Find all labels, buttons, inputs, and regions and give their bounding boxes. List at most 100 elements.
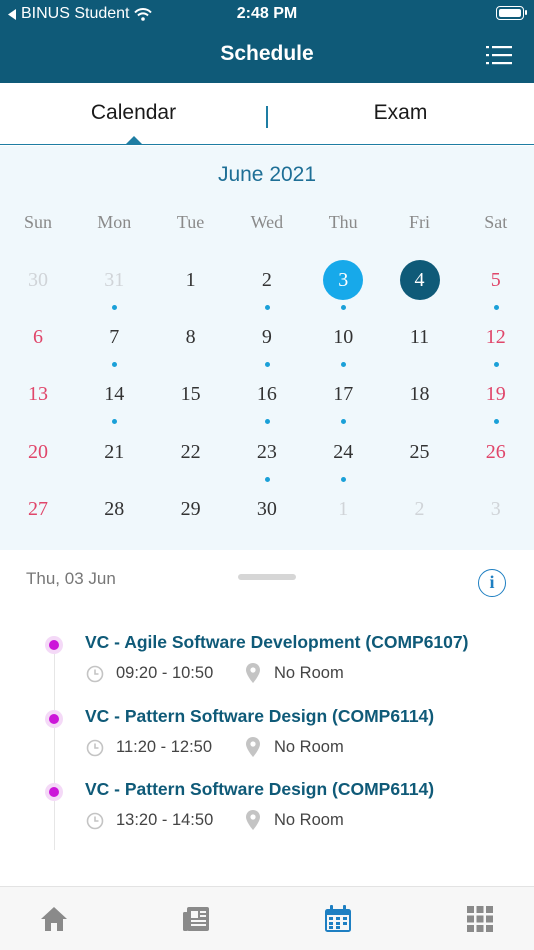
weekday-label: Thu bbox=[328, 212, 358, 232]
event-dot bbox=[112, 362, 118, 368]
weekday-label: Fri bbox=[408, 212, 430, 232]
calendar-day[interactable]: 29 bbox=[153, 489, 229, 546]
calendar-day-number: 5 bbox=[490, 269, 501, 291]
schedule-panel: Thu, 03 Jun i VC - Agile Software Develo… bbox=[0, 550, 534, 886]
selected-date-label: Thu, 03 Jun bbox=[26, 569, 116, 588]
event-dot bbox=[493, 305, 499, 310]
calendar-day-number: 7 bbox=[109, 326, 120, 349]
calendar-day[interactable]: 20 bbox=[0, 432, 76, 489]
info-button[interactable]: i bbox=[478, 569, 506, 597]
calendar-day-number: 28 bbox=[104, 497, 125, 520]
event-time: 11:20 - 12:50 bbox=[116, 737, 213, 756]
location-pin-icon bbox=[246, 663, 260, 683]
calendar-day-number: 15 bbox=[180, 383, 201, 406]
calendar-day[interactable]: 2 bbox=[229, 260, 305, 317]
calendar-day[interactable]: 27 bbox=[0, 489, 76, 546]
calendar-day-number: 1 bbox=[338, 497, 349, 520]
event-dot bbox=[264, 305, 270, 310]
calendar-day-number: 25 bbox=[409, 440, 430, 463]
calendar-day-number: 17 bbox=[333, 383, 354, 406]
event-room: No Room bbox=[274, 664, 344, 682]
calendar-day[interactable]: 5 bbox=[458, 260, 534, 317]
calendar-day-number: 24 bbox=[333, 440, 354, 463]
calendar-day-number: 21 bbox=[104, 440, 125, 463]
calendar-day-number: 13 bbox=[28, 383, 48, 406]
calendar-day[interactable]: 30 bbox=[0, 260, 76, 317]
event-dot bbox=[341, 362, 347, 368]
calendar-day[interactable]: 16 bbox=[229, 374, 305, 431]
tab-calendar[interactable]: Calendar bbox=[0, 83, 267, 143]
drag-handle[interactable] bbox=[238, 574, 296, 580]
nav-news[interactable] bbox=[178, 901, 214, 937]
event-dot bbox=[341, 476, 347, 482]
calendar-day-number: 20 bbox=[28, 440, 48, 463]
calendar-day[interactable]: 15 bbox=[153, 374, 229, 431]
status-time: 2:48 PM bbox=[236, 5, 298, 22]
weekday-label: Sat bbox=[484, 212, 508, 232]
event-title: VC - Pattern Software Design (COMP6114) bbox=[85, 779, 435, 800]
event-time: 13:20 - 14:50 bbox=[116, 811, 214, 830]
calendar-day-number: 16 bbox=[256, 383, 277, 406]
calendar-day[interactable]: 7 bbox=[76, 317, 152, 374]
calendar-day[interactable]: 18 bbox=[382, 374, 458, 431]
apps-grid-icon bbox=[467, 906, 493, 932]
event-marker bbox=[45, 783, 63, 802]
calendar-day-number: 2 bbox=[261, 269, 272, 291]
calendar-day[interactable]: 25 bbox=[382, 432, 458, 489]
calendar-day[interactable]: 9 bbox=[229, 317, 305, 374]
calendar-day[interactable]: 3 bbox=[458, 489, 534, 546]
calendar-day[interactable]: 6 bbox=[0, 317, 76, 374]
calendar-day[interactable]: 3 bbox=[305, 260, 381, 317]
calendar-day[interactable]: 13 bbox=[0, 374, 76, 431]
calendar-day[interactable]: 24 bbox=[305, 432, 381, 489]
calendar-day-number: 19 bbox=[485, 383, 506, 406]
clock-icon bbox=[86, 813, 104, 830]
nav-schedule[interactable] bbox=[320, 901, 356, 937]
nav-apps[interactable] bbox=[462, 901, 498, 937]
event-room: No Room bbox=[274, 811, 344, 830]
calendar-day[interactable]: 14 bbox=[76, 374, 152, 431]
calendar-day[interactable]: 23 bbox=[229, 432, 305, 489]
calendar-day[interactable]: 31 bbox=[76, 260, 152, 317]
calendar-day[interactable]: 26 bbox=[458, 432, 534, 489]
weekday-label: Wed bbox=[250, 212, 284, 232]
calendar-day[interactable]: 17 bbox=[305, 374, 381, 431]
calendar-day[interactable]: 19 bbox=[458, 374, 534, 431]
calendar-day[interactable]: 21 bbox=[76, 432, 152, 489]
calendar-day[interactable]: 10 bbox=[305, 317, 381, 374]
active-tab-indicator bbox=[126, 136, 142, 144]
event-title: VC - Pattern Software Design (COMP6114) bbox=[85, 705, 435, 726]
schedule-event[interactable]: VC - Pattern Software Design (COMP6114) 1… bbox=[0, 776, 534, 846]
event-dot bbox=[112, 419, 118, 425]
list-menu-button[interactable] bbox=[486, 44, 512, 66]
event-dot bbox=[264, 476, 270, 482]
calendar-day-number: 30 bbox=[28, 269, 48, 291]
calendar-day[interactable]: 11 bbox=[382, 317, 458, 374]
schedule-event[interactable]: VC - Agile Software Development (COMP610… bbox=[0, 629, 534, 699]
calendar-day[interactable]: 1 bbox=[305, 489, 381, 546]
calendar-day[interactable]: 8 bbox=[153, 317, 229, 374]
calendar-day[interactable]: 2 bbox=[382, 489, 458, 546]
calendar-day-number: 4 bbox=[399, 260, 440, 300]
calendar-day[interactable]: 4 bbox=[382, 260, 458, 317]
nav-home[interactable] bbox=[36, 901, 72, 937]
calendar-icon bbox=[325, 905, 351, 932]
status-bar: BINUS Student 2:48 PM bbox=[0, 0, 534, 28]
weekday-label: Tue bbox=[176, 212, 205, 232]
event-room: No Room bbox=[274, 737, 344, 756]
battery-icon bbox=[496, 6, 527, 20]
calendar-day[interactable]: 30 bbox=[229, 489, 305, 546]
calendar-day[interactable]: 12 bbox=[458, 317, 534, 374]
month-label: June 2021 bbox=[217, 163, 317, 186]
calendar-day[interactable]: 28 bbox=[76, 489, 152, 546]
calendar-day[interactable]: 1 bbox=[153, 260, 229, 317]
tab-exam[interactable]: Exam bbox=[267, 83, 534, 143]
schedule-event[interactable]: VC - Pattern Software Design (COMP6114) 1… bbox=[0, 703, 534, 773]
calendar-day-number: 8 bbox=[185, 326, 196, 349]
calendar-day-number: 26 bbox=[485, 440, 506, 463]
event-title: VC - Agile Software Development (COMP610… bbox=[85, 632, 469, 652]
calendar-day-number: 23 bbox=[256, 440, 277, 463]
page-title: Schedule bbox=[220, 42, 314, 65]
event-time: 09:20 - 10:50 bbox=[116, 664, 214, 682]
calendar-day[interactable]: 22 bbox=[153, 432, 229, 489]
